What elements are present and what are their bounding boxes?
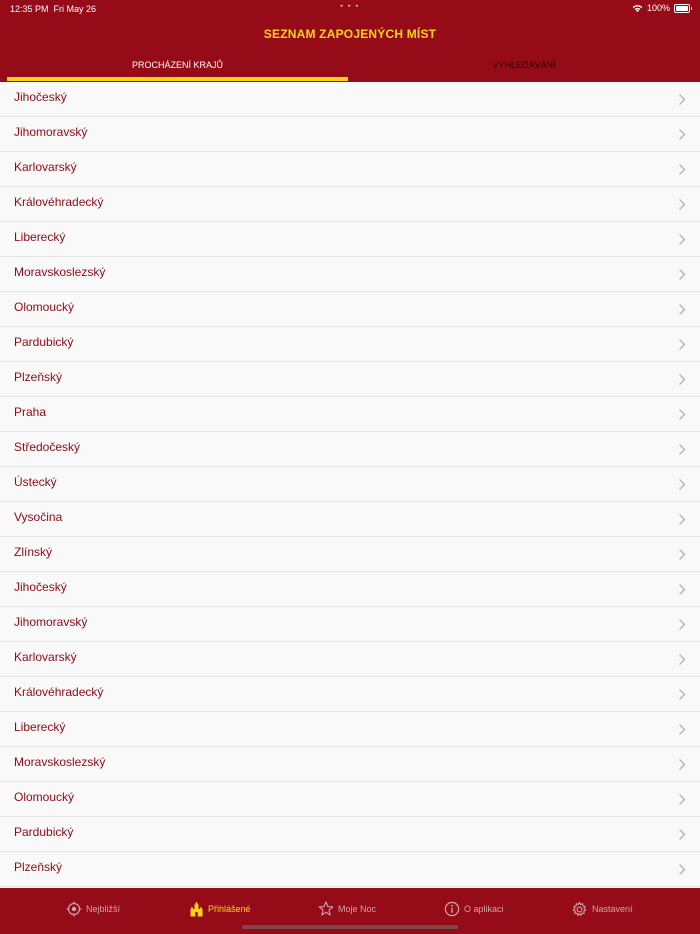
region-label: Jihomoravský — [14, 125, 88, 139]
chevron-right-icon — [679, 269, 686, 280]
list-item[interactable]: Pardubický — [0, 817, 700, 852]
wifi-icon — [632, 4, 643, 12]
chevron-right-icon — [679, 724, 686, 735]
region-label: Středočeský — [14, 440, 81, 454]
tabbar-item-about[interactable]: O aplikaci — [444, 899, 504, 919]
multitasking-dots[interactable]: • • • — [340, 1, 359, 11]
region-label: Pardubický — [14, 825, 74, 839]
region-label: Liberecký — [14, 230, 66, 244]
tabbar-label: Nejbližší — [86, 904, 121, 914]
chevron-right-icon — [679, 409, 686, 420]
list-item[interactable]: Jihočeský — [0, 572, 700, 607]
region-label: Jihočeský — [14, 580, 67, 594]
chevron-right-icon — [679, 829, 686, 840]
region-label: Ústecký — [14, 475, 57, 489]
chevron-right-icon — [679, 864, 686, 875]
list-item[interactable]: Středočeský — [0, 432, 700, 467]
region-label: Karlovarský — [14, 160, 77, 174]
list-item[interactable]: Karlovarský — [0, 642, 700, 677]
region-label: Plzeňský — [14, 860, 63, 874]
region-label: Praha — [14, 405, 47, 419]
region-label: Liberecký — [14, 720, 66, 734]
status-indicators: 100% — [632, 3, 692, 13]
status-bar: 12:35 PM Fri May 26 • • • 100% — [0, 0, 700, 18]
region-label: Moravskoslezský — [14, 265, 106, 279]
list-item[interactable]: Jihomoravský — [0, 117, 700, 152]
tabbar-item-settings[interactable]: Nastavení — [571, 899, 633, 919]
chevron-right-icon — [679, 94, 686, 105]
tabbar-item-nearest[interactable]: Nejbližší — [66, 899, 120, 919]
region-label: Zlínský — [14, 545, 53, 559]
chevron-right-icon — [679, 549, 686, 560]
chevron-right-icon — [679, 444, 686, 455]
status-time: 12:35 PM Fri May 26 — [10, 4, 96, 14]
list-item[interactable]: Liberecký — [0, 222, 700, 257]
battery-icon — [674, 3, 692, 13]
chevron-right-icon — [679, 689, 686, 700]
tabbar-label: Moje Noc — [338, 904, 377, 914]
chevron-right-icon — [679, 479, 686, 490]
chevron-right-icon — [679, 339, 686, 350]
chevron-right-icon — [679, 794, 686, 805]
tab-search[interactable]: VYHLEDÁVÁNÍ — [348, 52, 700, 82]
chevron-right-icon — [679, 164, 686, 175]
region-label: Olomoucký — [14, 790, 75, 804]
home-indicator[interactable] — [242, 925, 458, 929]
list-item[interactable]: Praha — [0, 397, 700, 432]
list-item[interactable]: Plzeňský — [0, 362, 700, 397]
location-target-icon — [66, 901, 82, 917]
region-label: Královéhradecký — [14, 685, 104, 699]
list-item[interactable]: Moravskoslezský — [0, 257, 700, 292]
list-item[interactable]: Olomoucký — [0, 782, 700, 817]
list-item[interactable]: Vysočina — [0, 502, 700, 537]
battery-percent: 100% — [646, 3, 670, 13]
region-label: Pardubický — [14, 335, 74, 349]
list-item[interactable]: Královéhradecký — [0, 187, 700, 222]
page-title: SEZNAM ZAPOJENÝCH MÍST — [263, 27, 437, 41]
chevron-right-icon — [679, 129, 686, 140]
region-list[interactable]: Jihočeský Jihomoravský Karlovarský Královéh… — [0, 82, 700, 888]
chevron-right-icon — [679, 234, 686, 245]
region-label: Vysočina — [14, 510, 63, 524]
list-item[interactable]: Moravskoslezský — [0, 747, 700, 782]
chevron-right-icon — [679, 759, 686, 770]
status-clock: 12:35 PM — [10, 4, 49, 14]
region-label: Jihočeský — [14, 90, 67, 104]
region-label: Karlovarský — [14, 650, 77, 664]
list-item[interactable]: Zlínský — [0, 537, 700, 572]
list-item[interactable]: Pardubický — [0, 327, 700, 362]
list-item[interactable]: Ústecký — [0, 467, 700, 502]
tabbar-label: Nastavení — [592, 904, 633, 914]
list-item[interactable]: Jihomoravský — [0, 607, 700, 642]
tabbar-item-checked-in[interactable]: Přihlášené — [189, 899, 251, 919]
region-label: Plzeňský — [14, 370, 63, 384]
tabbar-label: Přihlášené — [208, 904, 251, 914]
chevron-right-icon — [679, 619, 686, 630]
gear-icon — [572, 900, 587, 916]
castle-icon — [190, 901, 203, 917]
region-label: Olomoucký — [14, 300, 75, 314]
list-item[interactable]: Plzeňský — [0, 852, 700, 887]
list-item[interactable]: Královéhradecký — [0, 677, 700, 712]
chevron-right-icon — [679, 304, 686, 315]
chevron-right-icon — [679, 654, 686, 665]
list-item[interactable]: Olomoucký — [0, 292, 700, 327]
chevron-right-icon — [679, 374, 686, 385]
active-tab-indicator — [7, 77, 348, 81]
list-item[interactable]: Liberecký — [0, 712, 700, 747]
region-label: Královéhradecký — [14, 195, 104, 209]
chevron-right-icon — [679, 514, 686, 525]
tabbar-label: O aplikaci — [464, 904, 504, 914]
chevron-right-icon — [679, 584, 686, 595]
chevron-right-icon — [679, 199, 686, 210]
region-label: Jihomoravský — [14, 615, 88, 629]
status-date: Fri May 26 — [53, 4, 97, 14]
app-header: 12:35 PM Fri May 26 • • • 100% SEZNAM ZA… — [0, 0, 700, 82]
list-item[interactable]: Karlovarský — [0, 152, 700, 187]
star-icon — [318, 901, 334, 916]
tabbar-item-my-night[interactable]: Moje Noc — [318, 899, 376, 919]
region-label: Moravskoslezský — [14, 755, 106, 769]
info-icon — [444, 901, 460, 917]
list-item[interactable]: Jihočeský — [0, 82, 700, 117]
